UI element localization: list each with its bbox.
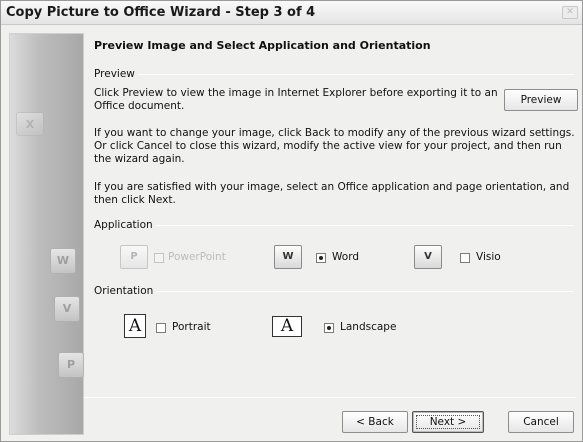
powerpoint-radio[interactable]: [154, 253, 164, 263]
visio-radio[interactable]: [460, 253, 470, 263]
wizard-window: Copy Picture to Office Wizard - Step 3 o…: [0, 0, 583, 442]
cancel-button[interactable]: Cancel: [508, 411, 574, 433]
word-icon: W: [274, 245, 302, 269]
wizard-content: Preview Image and Select Application and…: [84, 33, 578, 435]
window-title: Copy Picture to Office Wizard - Step 3 o…: [6, 5, 316, 20]
word-icon: W: [50, 248, 76, 274]
project-icon: P: [58, 352, 84, 378]
portrait-label: Portrait: [172, 321, 211, 333]
footer-divider: [84, 397, 576, 398]
satisfied-instructions: If you are satisfied with your image, se…: [94, 181, 570, 206]
landscape-radio[interactable]: [324, 323, 334, 333]
preview-group-label: Preview: [94, 68, 138, 80]
orientation-group-label: Orientation: [94, 285, 157, 297]
powerpoint-label: PowerPoint: [168, 251, 226, 263]
portrait-radio[interactable]: [156, 323, 166, 333]
preview-description: Click Preview to view the image in Inter…: [94, 87, 498, 112]
portrait-icon: A: [124, 314, 146, 338]
visio-icon: V: [414, 245, 442, 269]
preview-button-label: Preview: [520, 94, 562, 106]
orientation-divider: [96, 291, 574, 292]
landscape-label: Landscape: [340, 321, 397, 333]
cancel-button-label: Cancel: [523, 416, 559, 428]
visio-label: Visio: [476, 251, 501, 263]
close-button[interactable]: ✕: [562, 6, 578, 19]
next-button-label: Next >: [429, 416, 467, 428]
application-group-label: Application: [94, 219, 156, 231]
preview-button[interactable]: Preview: [504, 89, 578, 111]
wizard-sidebar: X W V P: [9, 33, 84, 435]
back-button[interactable]: < Back: [342, 411, 408, 433]
preview-divider: [96, 74, 574, 75]
powerpoint-icon: P: [120, 245, 148, 269]
title-bar: Copy Picture to Office Wizard - Step 3 o…: [1, 1, 582, 25]
excel-icon: X: [16, 112, 44, 136]
visio-icon: V: [54, 296, 80, 322]
page-heading: Preview Image and Select Application and…: [94, 39, 431, 52]
next-button[interactable]: Next >: [412, 411, 484, 433]
application-divider: [96, 225, 574, 226]
word-radio[interactable]: [316, 253, 326, 263]
change-instructions: If you want to change your image, click …: [94, 127, 575, 165]
back-button-label: < Back: [356, 416, 394, 428]
word-label: Word: [332, 251, 359, 263]
landscape-icon: A: [272, 316, 302, 337]
